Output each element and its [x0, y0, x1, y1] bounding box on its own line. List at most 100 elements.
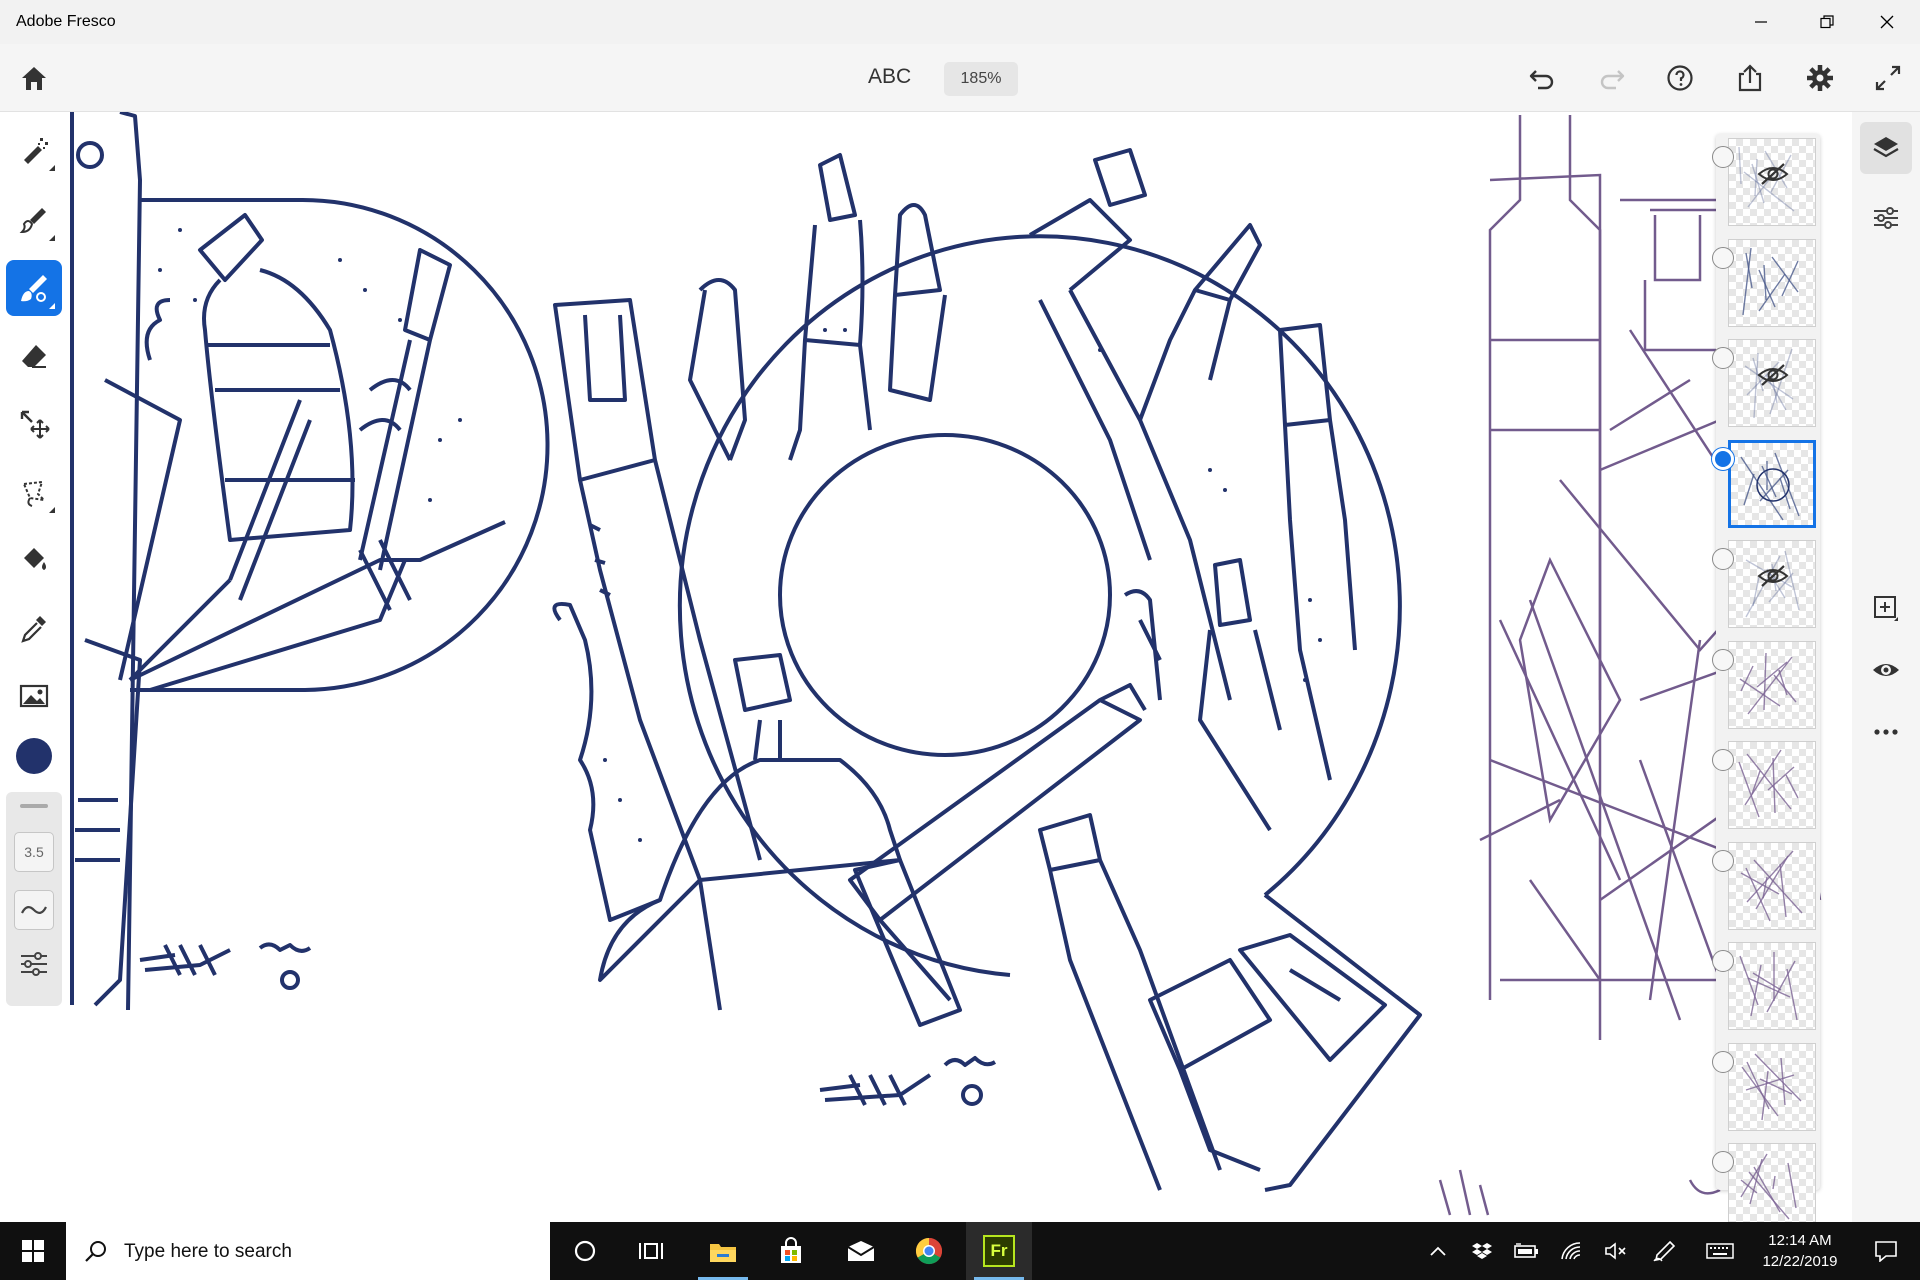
home-icon [22, 67, 46, 90]
color-picker[interactable] [6, 728, 62, 784]
place-image-tool[interactable] [6, 668, 62, 724]
dropbox-tray-button[interactable] [1462, 1222, 1502, 1280]
layer-thumbnail[interactable] [1728, 640, 1816, 729]
close-button[interactable] [1854, 0, 1920, 44]
taskbar-search[interactable]: Type here to search [66, 1222, 550, 1280]
mail-button[interactable] [828, 1222, 894, 1280]
layer-preview [1741, 1053, 1802, 1120]
store-button[interactable] [758, 1222, 824, 1280]
panel-handle[interactable] [20, 804, 48, 808]
layer-blend-handle[interactable] [1712, 548, 1734, 570]
layer-preview [1742, 247, 1799, 315]
windows-logo-icon [22, 1240, 44, 1262]
fill-tool[interactable] [6, 532, 62, 588]
layer-blend-handle[interactable] [1712, 246, 1734, 269]
live-brush-icon [19, 208, 46, 234]
layer-blend-handle[interactable] [1712, 849, 1734, 872]
wave-icon [21, 906, 47, 914]
layer-thumbnail[interactable] [1728, 1143, 1816, 1231]
settings-button[interactable] [1794, 52, 1846, 104]
search-icon [85, 1241, 106, 1262]
document-title[interactable]: ABC [868, 65, 911, 89]
layer-blend-handle[interactable] [1712, 1050, 1734, 1073]
layer-blend-handle[interactable] [1712, 447, 1734, 470]
layer-thumbnail[interactable] [1728, 339, 1816, 427]
color-swatch [16, 738, 52, 774]
start-button[interactable] [0, 1222, 66, 1280]
layer-thumbnail[interactable] [1728, 841, 1816, 930]
taskbar-clock[interactable]: 12:14 AM 12/22/2019 [1750, 1230, 1850, 1272]
task-view-button[interactable] [618, 1222, 684, 1280]
brush-settings-button[interactable] [18, 948, 50, 980]
wifi-tray-button[interactable] [1552, 1222, 1592, 1280]
layer-blend-handle[interactable] [1712, 749, 1734, 771]
layer-thumbnail[interactable] [1728, 942, 1816, 1030]
minimize-button[interactable] [1728, 0, 1794, 44]
layer-thumbnail[interactable] [1728, 238, 1816, 327]
brush-smoothing[interactable] [14, 890, 54, 930]
paint-bucket-icon [24, 548, 46, 570]
pixel-brush-tool[interactable] [6, 122, 62, 178]
fresco-button[interactable]: Fr [966, 1222, 1032, 1280]
brush-size[interactable]: 3.5 [14, 832, 54, 872]
gear-icon [1807, 65, 1833, 91]
cortana-button[interactable] [552, 1222, 618, 1280]
chevron-up-icon [1430, 1246, 1446, 1256]
share-button[interactable] [1724, 52, 1776, 104]
layer-blend-handle[interactable] [1712, 347, 1734, 369]
add-layer-button[interactable] [1860, 582, 1912, 634]
layer-thumbnail[interactable] [1728, 741, 1816, 829]
undo-button[interactable] [1516, 52, 1568, 104]
action-center-button[interactable] [1858, 1222, 1914, 1280]
vector-brush-tool[interactable] [6, 260, 62, 316]
layer-preview [1740, 850, 1803, 921]
artwork [70, 112, 1822, 1216]
layer-properties-button[interactable] [1860, 192, 1912, 244]
letter-q [552, 148, 1422, 1192]
fullscreen-button[interactable] [1862, 52, 1914, 104]
pen-tray-button[interactable] [1644, 1222, 1684, 1280]
layer-preview [1740, 1153, 1797, 1220]
show-hidden-icons-button[interactable] [1418, 1222, 1458, 1280]
live-brush-tool[interactable] [6, 192, 62, 248]
help-button[interactable] [1654, 52, 1706, 104]
toggle-visibility-button[interactable] [1860, 644, 1912, 696]
submenu-indicator [49, 235, 55, 241]
layer-blend-handle[interactable] [1712, 648, 1734, 671]
keyboard-tray-button[interactable] [1700, 1222, 1740, 1280]
redo-icon [1600, 70, 1625, 90]
eraser-tool[interactable] [6, 328, 62, 384]
restore-button[interactable] [1794, 0, 1860, 44]
move-tool[interactable] [6, 396, 62, 452]
file-explorer-button[interactable] [690, 1222, 756, 1280]
selection-tool[interactable] [6, 464, 62, 520]
zoom-level[interactable]: 185% [944, 62, 1018, 96]
layer-thumbnail[interactable] [1728, 540, 1816, 628]
layer-preview [1739, 652, 1797, 714]
more-options-button[interactable] [1860, 706, 1912, 758]
fresco-icon: Fr [983, 1235, 1015, 1267]
layers-button[interactable] [1860, 122, 1912, 174]
layer-blend-handle[interactable] [1712, 950, 1734, 972]
window-title: Adobe Fresco [16, 13, 116, 30]
battery-tray-button[interactable] [1506, 1222, 1546, 1280]
battery-icon [1514, 1243, 1538, 1258]
redo-button[interactable] [1586, 52, 1638, 104]
eyedropper-tool[interactable] [6, 600, 62, 656]
pixel-brush-icon [24, 138, 48, 164]
layer-thumbnail[interactable] [1728, 138, 1816, 226]
layer-blend-handle[interactable] [1712, 1151, 1734, 1173]
clock-date: 12/22/2019 [1762, 1253, 1838, 1270]
volume-tray-button[interactable] [1596, 1222, 1636, 1280]
store-icon [781, 1237, 801, 1263]
layer-blend-handle[interactable] [1712, 146, 1734, 168]
clock-time: 12:14 AM [1768, 1232, 1832, 1249]
drawing-canvas[interactable] [68, 112, 1920, 1222]
layer-thumbnail[interactable] [1728, 439, 1816, 528]
home-button[interactable] [8, 52, 60, 104]
restore-icon [1820, 15, 1834, 29]
search-placeholder: Type here to search [124, 1241, 292, 1262]
layer-thumbnail[interactable] [1728, 1042, 1816, 1131]
chrome-button[interactable] [896, 1222, 962, 1280]
volume-muted-icon [1605, 1242, 1626, 1260]
